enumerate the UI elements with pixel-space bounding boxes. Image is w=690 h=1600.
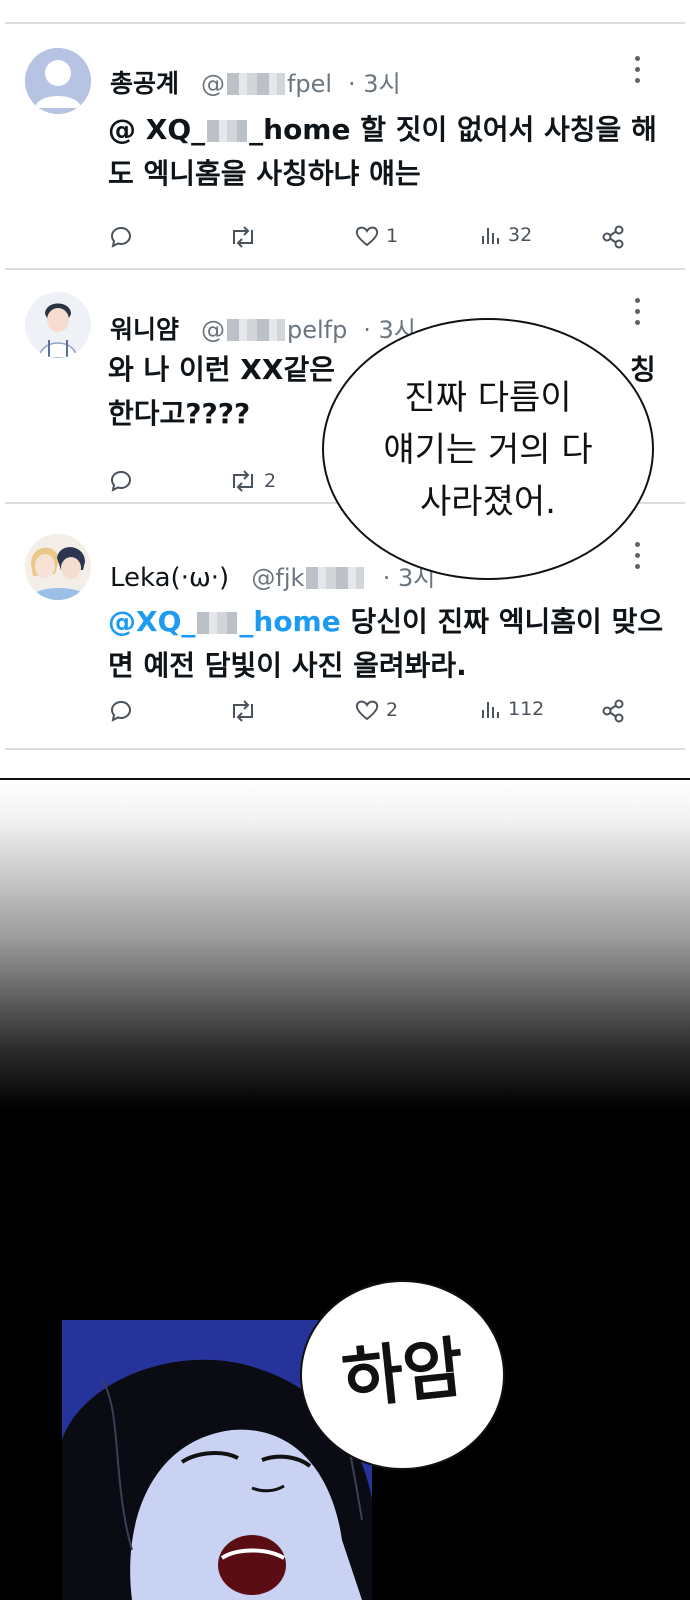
reply-button[interactable]	[108, 468, 134, 494]
couple-illustration-avatar-icon	[25, 534, 91, 600]
display-name[interactable]: 워니얌	[110, 315, 179, 344]
tweet-header: Leka(·ω·) @fjk · 3시	[110, 558, 435, 593]
tweet-text: @XQ_ _home 당신이 진짜 엑니홈이 맞으면 예전 담빛이 사진 올려봐라…	[108, 605, 664, 682]
reply-button[interactable]	[108, 224, 134, 250]
censor-blur	[306, 567, 365, 589]
share-icon	[602, 699, 624, 723]
retweet-count: 2	[264, 470, 277, 492]
retweet-icon	[233, 470, 253, 492]
divider	[5, 748, 685, 750]
like-button[interactable]: 2	[354, 698, 398, 722]
tweet-actions: 2 112	[0, 698, 690, 734]
share-icon	[602, 225, 624, 249]
more-vertical-icon[interactable]	[632, 542, 642, 575]
heart-icon	[355, 700, 379, 721]
reply-button[interactable]	[108, 698, 134, 724]
tweet-text: @ XQ_ _home 할 짓이 없어서 사칭을 해도 엑니홈을 사칭하냐 얘는	[108, 113, 657, 190]
user-handle[interactable]: @fjk	[251, 564, 366, 592]
retweet-icon	[233, 700, 253, 722]
share-button[interactable]	[600, 224, 626, 250]
reply-icon	[110, 226, 131, 248]
more-vertical-icon[interactable]	[632, 298, 642, 331]
sound-effect-text: 하암	[338, 1328, 468, 1419]
views-icon	[482, 702, 499, 718]
views-button[interactable]: 112	[480, 698, 544, 720]
like-button[interactable]: 1	[354, 224, 398, 248]
tweet-3[interactable]: Leka(·ω·) @fjk · 3시 @XQ_ _home 당신이 진짜 엑니홈…	[0, 520, 690, 760]
user-avatar[interactable]	[25, 292, 91, 358]
user-avatar[interactable]	[25, 534, 91, 600]
reply-icon	[110, 470, 131, 492]
tweet-header: 총공계 @ fpel · 3시	[110, 64, 401, 100]
like-count: 2	[386, 699, 399, 721]
view-count: 32	[508, 224, 533, 246]
censor-blur	[226, 319, 285, 341]
divider	[5, 268, 685, 270]
speech-bubble-text: 진짜 다름이 얘기는 거의 다 사라졌어.	[383, 378, 593, 522]
heart-icon	[355, 226, 379, 247]
like-count: 1	[386, 225, 399, 247]
censor-blur	[207, 120, 248, 142]
default-avatar[interactable]	[25, 48, 91, 114]
user-silhouette-icon	[25, 48, 91, 114]
retweet-button[interactable]	[228, 698, 258, 724]
censor-blur	[197, 612, 238, 634]
mention-link[interactable]: @XQ_ _home	[108, 605, 341, 638]
views-button[interactable]: 32	[480, 224, 532, 246]
retweet-icon	[233, 226, 253, 248]
user-handle[interactable]: @ pelfp	[201, 316, 347, 344]
display-name[interactable]: 총공계	[110, 69, 179, 98]
timestamp[interactable]: · 3시	[348, 70, 401, 98]
display-name[interactable]: Leka(·ω·)	[110, 563, 229, 593]
divider	[5, 22, 685, 24]
tweet-1[interactable]: 총공계 @ fpel · 3시 @ XQ_ _home 할 짓이 없어서 사칭을 해…	[0, 40, 690, 280]
share-button[interactable]	[600, 698, 626, 724]
view-count: 112	[508, 698, 545, 720]
tweet-actions: 1 32	[0, 224, 690, 260]
speech-bubble: 진짜 다름이 얘기는 거의 다 사라졌어.	[322, 318, 654, 580]
retweet-button[interactable]	[228, 224, 258, 250]
reply-icon	[110, 700, 131, 722]
censor-blur	[226, 73, 285, 95]
anime-character-avatar-icon	[25, 292, 91, 358]
retweet-button[interactable]: 2	[228, 468, 276, 494]
tweet-header: 워니얌 @ pelfp · 3시	[110, 310, 416, 346]
more-vertical-icon[interactable]	[632, 56, 642, 89]
sound-effect-bubble: 하암	[300, 1280, 505, 1470]
views-icon	[482, 228, 499, 244]
user-handle[interactable]: @ fpel	[201, 70, 332, 98]
